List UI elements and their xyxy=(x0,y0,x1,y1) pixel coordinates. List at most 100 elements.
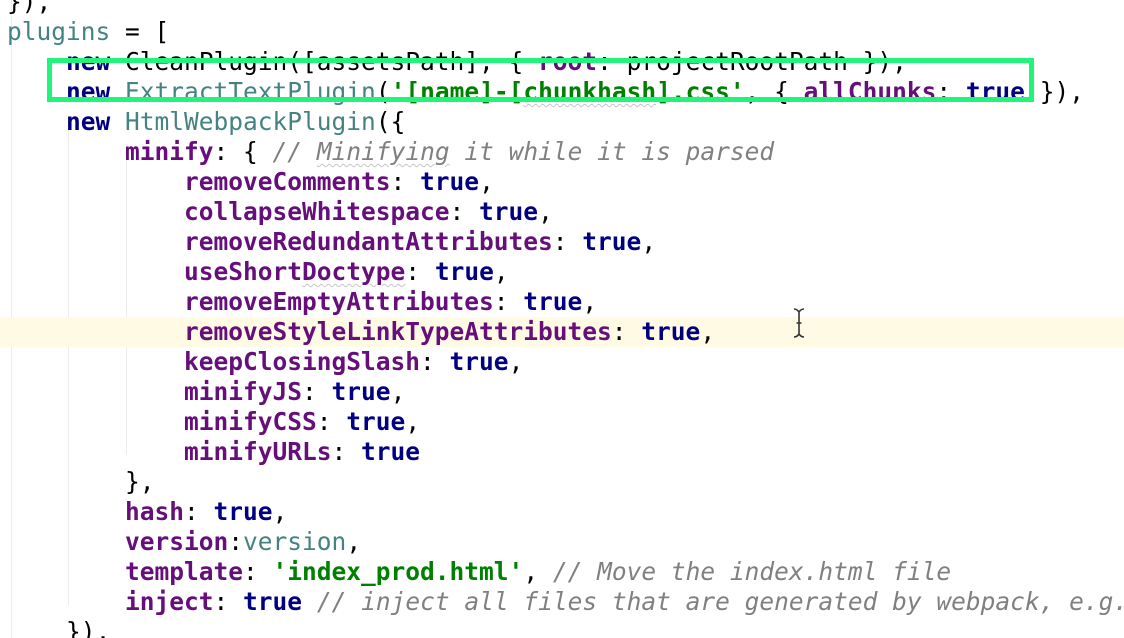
code-line[interactable]: plugins = [ xyxy=(0,17,1124,47)
code-line[interactable]: new ExtractTextPlugin('[name]-[chunkhash… xyxy=(0,77,1124,107)
code-token: , xyxy=(523,557,553,586)
code-line[interactable]: removeComments: true, xyxy=(0,167,1124,197)
code-line[interactable]: new HtmlWebpackPlugin({ xyxy=(0,107,1124,137)
code-token: minifyURLs xyxy=(184,437,332,466)
code-token: new xyxy=(66,47,111,76)
code-token: hash xyxy=(125,497,185,526)
code-token: inject xyxy=(125,587,214,616)
code-token: // inject all files that are generated b… xyxy=(316,587,1124,616)
code-token: true xyxy=(420,167,480,196)
code-token: root xyxy=(538,47,598,76)
code-token: : xyxy=(184,497,214,526)
code-line-current[interactable]: removeStyleLinkTypeAttributes: true, xyxy=(0,317,1124,347)
code-token: , xyxy=(493,257,509,286)
code-token: }), xyxy=(1024,77,1084,106)
code-token: true xyxy=(361,437,421,466)
code-token: true xyxy=(331,377,391,406)
code-token: true xyxy=(243,587,303,616)
code-token: // xyxy=(272,137,317,166)
code-token: it while it is parsed xyxy=(449,137,775,166)
code-token: = [ xyxy=(110,17,170,46)
code-token: }), xyxy=(7,0,52,16)
code-token: true xyxy=(965,77,1025,106)
code-token: minifyCSS xyxy=(184,407,317,436)
code-token: , xyxy=(405,407,421,436)
code-token: : xyxy=(405,257,435,286)
code-token: : xyxy=(331,437,362,466)
code-token: '[name]-[ xyxy=(390,77,524,106)
code-token: , xyxy=(582,287,598,316)
code-token: }), xyxy=(66,617,111,638)
code-token: // Move the index.html file xyxy=(552,557,952,586)
code-token: , xyxy=(700,317,716,346)
code-token: : xyxy=(552,227,583,256)
code-token: true xyxy=(449,347,509,376)
code-line[interactable]: inject: true // inject all files that ar… xyxy=(0,587,1124,617)
code-line[interactable]: }), xyxy=(0,0,1124,17)
code-token: ExtractTextPlugin xyxy=(125,77,376,106)
code-line[interactable]: hash: true, xyxy=(0,497,1124,527)
code-token: HtmlWebpackPlugin xyxy=(125,107,376,136)
code-token: , xyxy=(538,197,553,226)
code-token: allChunks xyxy=(803,77,937,106)
code-line[interactable]: keepClosingSlash: true, xyxy=(0,347,1124,377)
code-token: , xyxy=(479,167,494,196)
code-line[interactable]: minifyCSS: true, xyxy=(0,407,1124,437)
code-token: }, xyxy=(125,467,155,496)
code-token: version xyxy=(243,527,347,556)
code-token: : xyxy=(316,407,347,436)
code-token: template xyxy=(125,557,244,586)
code-line[interactable]: minifyJS: true, xyxy=(0,377,1124,407)
code-token: collapseWhitespace xyxy=(184,197,450,226)
code-token: : { xyxy=(213,137,273,166)
code-token: true xyxy=(434,257,494,286)
code-line[interactable]: removeRedundantAttributes: true, xyxy=(0,227,1124,257)
code-line[interactable]: useShortDoctype: true, xyxy=(0,257,1124,287)
code-token: ( xyxy=(375,77,391,106)
code-token: true xyxy=(346,407,406,436)
code-token: new xyxy=(66,77,111,106)
code-line[interactable]: version:version, xyxy=(0,527,1124,557)
code-token: , xyxy=(508,347,524,376)
code-line[interactable]: minifyURLs: true xyxy=(0,437,1124,467)
code-token: removeComments xyxy=(184,167,391,196)
code-line[interactable]: removeEmptyAttributes: true, xyxy=(0,287,1124,317)
code-editor[interactable]: }), plugins = [ new CleanPlugin([assetsPa… xyxy=(0,0,1124,638)
code-token: ].css' xyxy=(656,77,745,106)
code-token: useShort xyxy=(184,257,303,286)
code-token: version xyxy=(125,527,229,556)
code-token: new xyxy=(66,107,111,136)
code-line[interactable]: }, xyxy=(0,467,1124,497)
code-token: , xyxy=(390,377,406,406)
code-token: true xyxy=(479,197,539,226)
code-line[interactable]: new CleanPlugin([assetsPath], { root: pr… xyxy=(0,47,1124,77)
code-line[interactable]: template: 'index_prod.html', // Move the… xyxy=(0,557,1124,587)
code-line[interactable]: collapseWhitespace: true, xyxy=(0,197,1124,227)
code-token: : xyxy=(390,167,421,196)
code-token: : xyxy=(213,587,244,616)
code-token: true xyxy=(523,287,583,316)
code-line[interactable]: minify: { // Minifying it while it is pa… xyxy=(0,137,1124,167)
code-token: true xyxy=(641,317,701,346)
code-token: : projectRootPath }), xyxy=(597,47,907,76)
code-token: : xyxy=(420,347,450,376)
code-token: , xyxy=(272,497,288,526)
code-line[interactable]: }), xyxy=(0,617,1124,638)
code-token: true xyxy=(213,497,273,526)
